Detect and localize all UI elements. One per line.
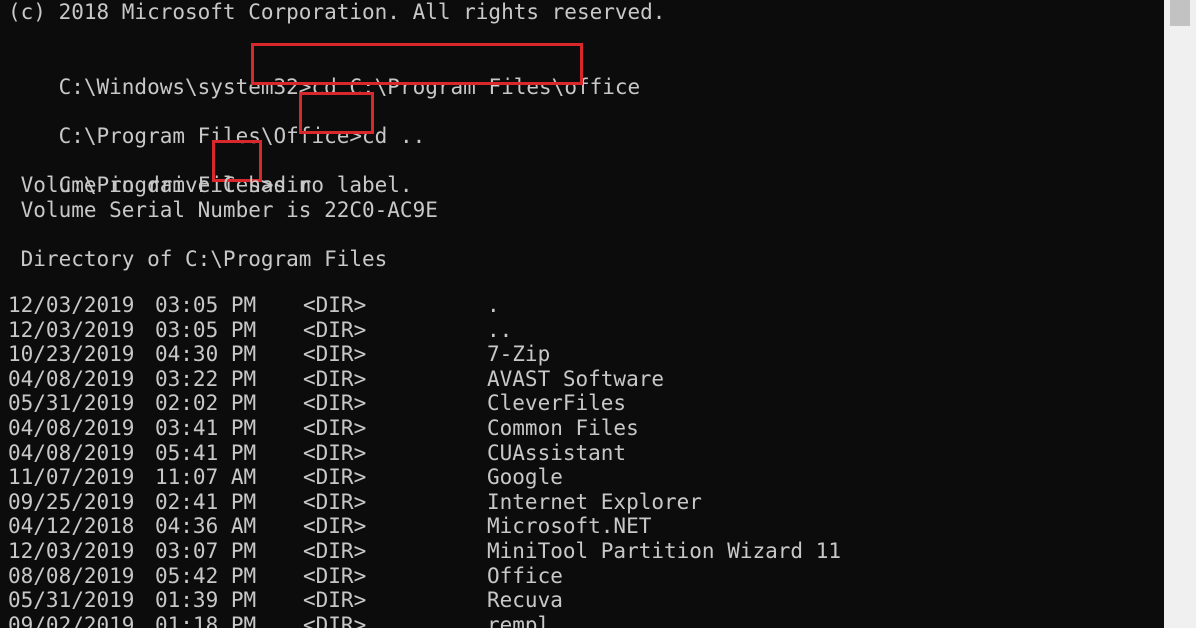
listing-row: 04/08/2019 05:41 PM <DIR> CUAssistant: [0, 441, 1164, 466]
listing-row: 04/12/2018 04:36 AM <DIR> Microsoft.NET: [0, 514, 1164, 539]
listing-type: <DIR>: [303, 612, 367, 628]
listing-name: .: [487, 293, 500, 317]
listing-date: 04/12/2018: [8, 514, 135, 539]
listing-row: 12/03/2019 03:05 PM <DIR>..: [0, 318, 1164, 343]
command-prompt-window[interactable]: (c) 2018 Microsoft Corporation. All righ…: [0, 0, 1164, 628]
listing-date: 12/03/2019: [8, 293, 135, 317]
listing-date: 05/31/2019: [8, 391, 135, 416]
volume-label-line: Volume in drive C has no label.: [8, 173, 413, 197]
command-line-3: C:\Program Files>dir: [8, 148, 312, 197]
listing-time: 02:02 PM: [155, 391, 257, 416]
listing-name: Office: [487, 563, 563, 588]
listing-type: <DIR>: [303, 317, 367, 342]
listing-time: 11:07 AM: [155, 465, 257, 490]
listing-type: <DIR>: [303, 440, 367, 465]
listing-name: CUAssistant: [487, 440, 627, 465]
listing-type: <DIR>: [303, 342, 367, 367]
listing-time: 03:41 PM: [155, 416, 257, 440]
listing-time: 05:41 PM: [155, 440, 257, 465]
listing-row: 10/23/2019 04:30 PM <DIR> 7-Zip: [0, 342, 1164, 367]
listing-type: <DIR>: [303, 563, 367, 588]
listing-date: 04/08/2019: [8, 416, 135, 440]
listing-name: Internet Explorer: [487, 489, 702, 514]
listing-name: AVAST Software: [487, 366, 665, 391]
listing-date: 04/08/2019: [8, 440, 135, 465]
listing-time: 02:41 PM: [155, 489, 257, 514]
listing-date: 09/02/2019: [8, 612, 135, 628]
listing-date: 11/07/2019: [8, 465, 135, 490]
listing-time: 05:42 PM: [155, 563, 257, 588]
listing-name: Google: [487, 465, 563, 490]
listing-name: rempl: [487, 612, 551, 628]
directory-of-line: Directory of C:\Program Files: [8, 247, 388, 271]
listing-time: 01:39 PM: [155, 588, 257, 613]
listing-type: <DIR>: [303, 514, 367, 539]
highlight-box-cd-up: [299, 92, 374, 134]
scrollbar-thumb[interactable]: [1170, 0, 1190, 26]
listing-type: <DIR>: [303, 489, 367, 514]
listing-row: 05/31/2019 01:39 PM <DIR> Recuva: [0, 588, 1164, 613]
listing-type: <DIR>: [303, 366, 367, 391]
listing-time: 03:05 PM: [155, 317, 257, 342]
listing-time: 04:36 AM: [155, 514, 257, 539]
volume-serial-line: Volume Serial Number is 22C0-AC9E: [8, 198, 438, 222]
listing-type: <DIR>: [303, 539, 367, 563]
listing-time: 01:18 PM: [155, 612, 257, 628]
listing-time: 03:07 PM: [155, 539, 257, 563]
listing-type: <DIR>: [303, 391, 367, 416]
listing-row: 11/07/2019 11:07 AM <DIR> Google: [0, 465, 1164, 490]
listing-date: 12/03/2019: [8, 317, 135, 342]
listing-time: 03:05 PM: [155, 293, 257, 317]
highlight-box-cd-office: [251, 43, 583, 85]
copyright-line: (c) 2018 Microsoft Corporation. All righ…: [8, 0, 666, 24]
listing-type: <DIR>: [303, 293, 367, 317]
listing-date: 08/08/2019: [8, 563, 135, 588]
listing-row: 05/31/2019 02:02 PM <DIR> CleverFiles: [0, 391, 1164, 416]
listing-row: 08/08/2019 05:42 PM <DIR> Office: [0, 564, 1164, 589]
listing-type: <DIR>: [303, 416, 367, 440]
listing-type: <DIR>: [303, 588, 367, 613]
listing-name: MiniTool Partition Wizard 11: [487, 539, 842, 563]
listing-time: 04:30 PM: [155, 342, 257, 367]
listing-time: 03:22 PM: [155, 366, 257, 391]
listing-name: Recuva: [487, 588, 563, 613]
listing-date: 04/08/2019: [8, 366, 135, 391]
listing-row: 12/03/2019 03:05 PM <DIR>.: [0, 293, 1164, 318]
listing-row: 09/02/2019 01:18 PM <DIR> rempl: [0, 613, 1164, 628]
listing-name: 7-Zip: [487, 342, 551, 367]
listing-date: 09/25/2019: [8, 489, 135, 514]
listing-name: Common Files: [487, 416, 639, 440]
listing-row: 12/03/2019 03:07 PM <DIR> MiniTool Partitio…: [0, 539, 1164, 564]
listing-date: 10/23/2019: [8, 342, 135, 367]
listing-name: ..: [487, 317, 513, 342]
listing-name: CleverFiles: [487, 391, 627, 416]
listing-row: 09/25/2019 02:41 PM <DIR> Internet Explorer: [0, 490, 1164, 515]
listing-type: <DIR>: [303, 465, 367, 490]
listing-name: Microsoft.NET: [487, 514, 652, 539]
listing-row: 04/08/2019 03:41 PM <DIR> Common Files: [0, 416, 1164, 441]
listing-date: 05/31/2019: [8, 588, 135, 613]
listing-row: 04/08/2019 03:22 PM <DIR> AVAST Software: [0, 367, 1164, 392]
vertical-scrollbar[interactable]: [1164, 0, 1196, 628]
listing-date: 12/03/2019: [8, 539, 135, 563]
